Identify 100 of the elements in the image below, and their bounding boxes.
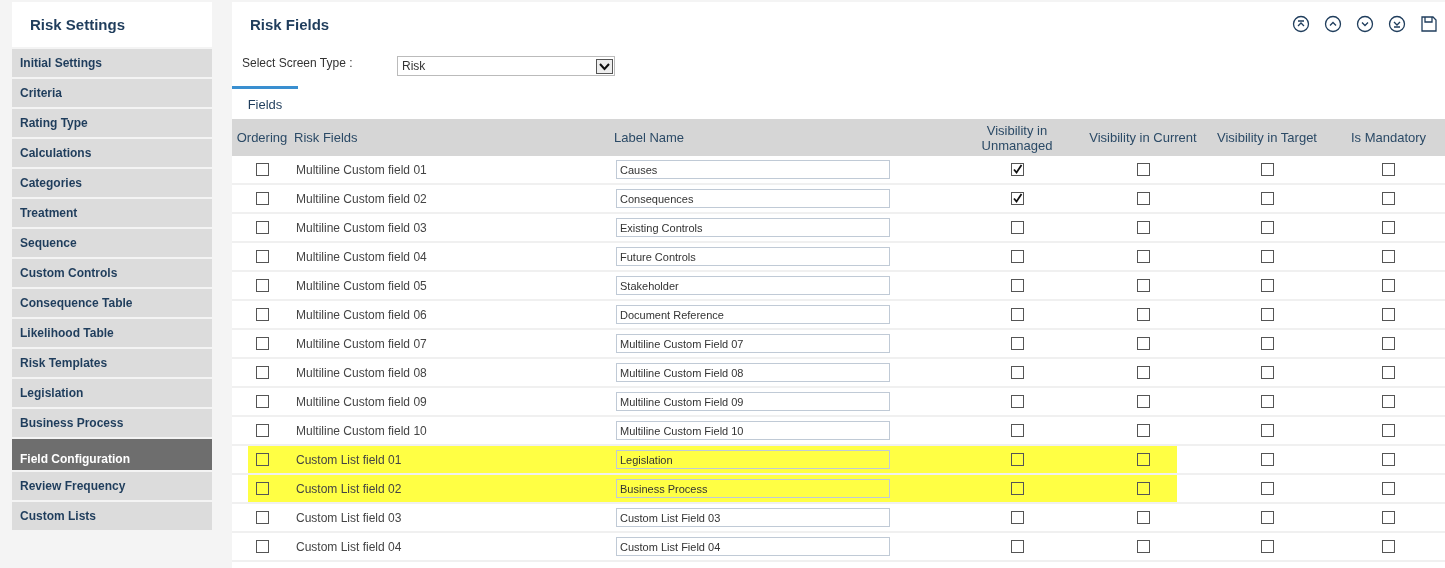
checkbox[interactable]: [1382, 337, 1395, 350]
checkbox[interactable]: [1260, 163, 1274, 176]
navigate-button[interactable]: [1323, 14, 1343, 34]
sidebar-item[interactable]: Legislation: [12, 379, 212, 407]
label-input[interactable]: Multiline Custom Field 10: [616, 421, 890, 440]
checkbox[interactable]: [1382, 540, 1395, 553]
checkbox[interactable]: [1382, 308, 1395, 321]
checkbox[interactable]: [255, 250, 269, 263]
label-input[interactable]: Future Controls: [616, 247, 890, 266]
checkbox[interactable]: [1010, 482, 1024, 495]
label-input[interactable]: Custom List Field 03: [616, 508, 890, 527]
checkbox[interactable]: [1260, 395, 1274, 408]
checkbox[interactable]: [1382, 163, 1395, 176]
checkbox[interactable]: [1382, 453, 1395, 466]
checkbox[interactable]: [1010, 424, 1024, 437]
checkbox[interactable]: [1260, 482, 1274, 495]
label-input[interactable]: Multiline Custom Field 09: [616, 392, 890, 411]
checkbox[interactable]: [1260, 221, 1274, 234]
navigate-button[interactable]: [1291, 14, 1311, 34]
sidebar-item[interactable]: Categories: [12, 169, 212, 197]
checkbox[interactable]: [1382, 366, 1395, 379]
checkbox[interactable]: [1136, 540, 1150, 553]
checkbox[interactable]: [1136, 511, 1150, 524]
checkbox[interactable]: [1260, 279, 1274, 292]
sidebar-item[interactable]: Review Frequency: [12, 472, 212, 500]
checkbox[interactable]: [255, 482, 269, 495]
screen-type-select[interactable]: Risk: [397, 56, 615, 76]
label-input[interactable]: Multiline Custom Field 08: [616, 363, 890, 382]
checkbox[interactable]: [255, 453, 269, 466]
checkbox[interactable]: [1136, 221, 1150, 234]
label-input[interactable]: Business Process: [616, 479, 890, 498]
checkbox[interactable]: [255, 163, 269, 176]
checkbox[interactable]: [255, 366, 269, 379]
checkbox[interactable]: [1010, 221, 1024, 234]
sidebar-item[interactable]: Field Configuration: [12, 439, 212, 470]
save-button[interactable]: [1419, 14, 1439, 34]
checkbox[interactable]: [1260, 424, 1274, 437]
sidebar-item[interactable]: Treatment: [12, 199, 212, 227]
sidebar-item[interactable]: Sequence: [12, 229, 212, 257]
checkbox[interactable]: [255, 308, 269, 321]
checkbox[interactable]: [1136, 163, 1150, 176]
label-input[interactable]: Stakeholder: [616, 276, 890, 295]
checkbox[interactable]: [255, 424, 269, 437]
checkbox[interactable]: [1136, 192, 1150, 205]
checkbox[interactable]: [255, 337, 269, 350]
checkbox[interactable]: [255, 192, 269, 205]
checkbox[interactable]: [1382, 395, 1395, 408]
sidebar-item[interactable]: Rating Type: [12, 109, 212, 137]
sidebar-item[interactable]: Consequence Table: [12, 289, 212, 317]
label-input[interactable]: Custom List Field 04: [616, 537, 890, 556]
checkbox[interactable]: [1136, 482, 1150, 495]
checkbox[interactable]: [1010, 540, 1024, 553]
checkbox[interactable]: [1136, 424, 1150, 437]
checkbox[interactable]: [1382, 192, 1395, 205]
checkbox[interactable]: [1010, 366, 1024, 379]
checkbox[interactable]: [1260, 453, 1274, 466]
checkbox[interactable]: [1010, 337, 1024, 350]
checkbox[interactable]: [255, 221, 269, 234]
checkbox[interactable]: [1382, 250, 1395, 263]
checkbox[interactable]: [1136, 453, 1150, 466]
sidebar-item[interactable]: Risk Templates: [12, 349, 212, 377]
checkbox[interactable]: [1382, 221, 1395, 234]
checkbox[interactable]: [255, 511, 269, 524]
checkbox[interactable]: [1382, 482, 1395, 495]
checkbox[interactable]: [1136, 395, 1150, 408]
sidebar-item[interactable]: Criteria: [12, 79, 212, 107]
checkbox[interactable]: [1260, 540, 1274, 553]
sidebar-item[interactable]: Custom Lists: [12, 502, 212, 530]
checkbox[interactable]: [255, 540, 269, 553]
checkbox[interactable]: [1382, 511, 1395, 524]
checkbox[interactable]: [1010, 163, 1024, 176]
checkbox[interactable]: [1260, 366, 1274, 379]
label-input[interactable]: Causes: [616, 160, 890, 179]
checkbox[interactable]: [1010, 192, 1024, 205]
checkbox[interactable]: [1010, 250, 1024, 263]
sidebar-item[interactable]: Initial Settings: [12, 49, 212, 77]
checkbox[interactable]: [1382, 424, 1395, 437]
navigate-button[interactable]: [1355, 14, 1375, 34]
checkbox[interactable]: [1136, 250, 1150, 263]
checkbox[interactable]: [1010, 395, 1024, 408]
checkbox[interactable]: [1136, 337, 1150, 350]
sidebar-item[interactable]: Business Process: [12, 409, 212, 437]
checkbox[interactable]: [255, 395, 269, 408]
label-input[interactable]: Existing Controls: [616, 218, 890, 237]
navigate-button[interactable]: [1387, 14, 1407, 34]
checkbox[interactable]: [1260, 511, 1274, 524]
label-input[interactable]: Multiline Custom Field 07: [616, 334, 890, 353]
label-input[interactable]: Consequences: [616, 189, 890, 208]
label-input[interactable]: Legislation: [616, 450, 890, 469]
checkbox[interactable]: [1010, 453, 1024, 466]
checkbox[interactable]: [1010, 279, 1024, 292]
checkbox[interactable]: [1260, 192, 1274, 205]
checkbox[interactable]: [1382, 279, 1395, 292]
checkbox[interactable]: [255, 279, 269, 292]
checkbox[interactable]: [1136, 279, 1150, 292]
label-input[interactable]: Document Reference: [616, 305, 890, 324]
checkbox[interactable]: [1136, 308, 1150, 321]
sidebar-item[interactable]: Likelihood Table: [12, 319, 212, 347]
checkbox[interactable]: [1010, 308, 1024, 321]
sidebar-item[interactable]: Custom Controls: [12, 259, 212, 287]
